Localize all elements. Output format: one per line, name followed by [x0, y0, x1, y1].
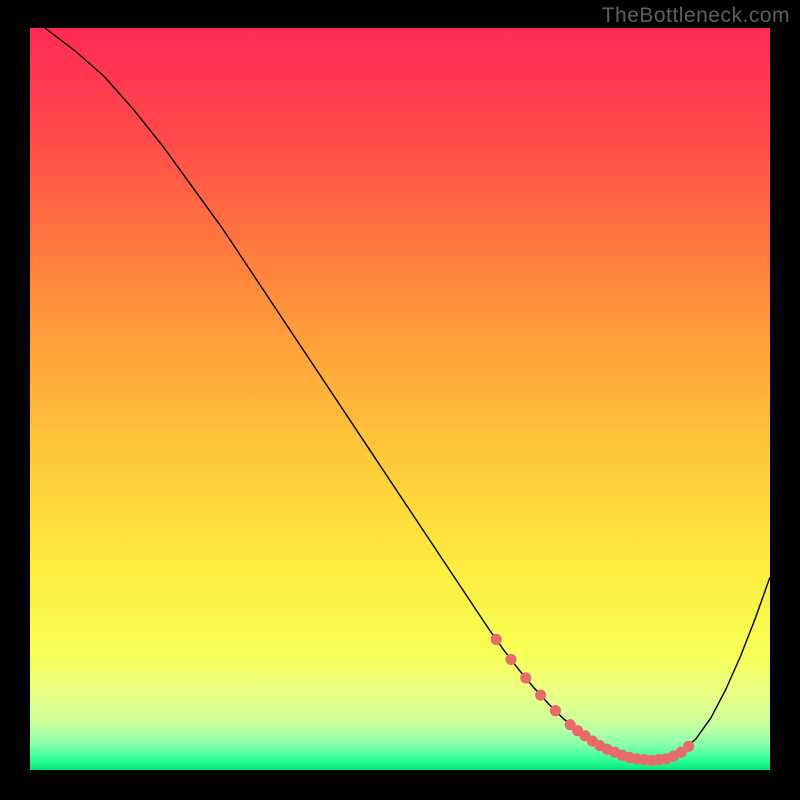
bottleneck-chart [30, 28, 770, 770]
optimal-dot [491, 634, 502, 645]
optimal-dot [550, 705, 561, 716]
optimal-dot [683, 741, 694, 752]
chart-frame: TheBottleneck.com [0, 0, 800, 800]
watermark-text: TheBottleneck.com [602, 4, 790, 28]
gradient-background [30, 28, 770, 770]
optimal-dot [535, 689, 546, 700]
optimal-dot [520, 672, 531, 683]
optimal-dot [505, 654, 516, 665]
